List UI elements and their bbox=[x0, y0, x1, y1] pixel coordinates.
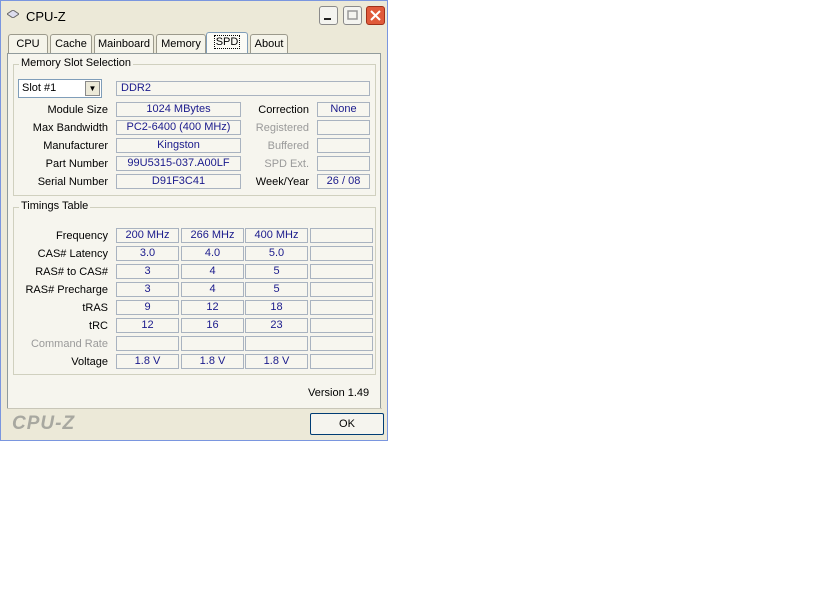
cpu-z-logo: CPU-Z bbox=[12, 413, 76, 434]
timing-cell: 266 MHz bbox=[181, 228, 244, 243]
buffered-label: Buffered bbox=[267, 140, 309, 152]
cpu-z-diamond-icon bbox=[7, 10, 19, 18]
title-bar[interactable]: CPU-Z bbox=[1, 1, 387, 31]
correction-label: Correction bbox=[258, 104, 309, 116]
timing-cell: 200 MHz bbox=[116, 228, 179, 243]
timing-row-label: tRC bbox=[89, 320, 108, 332]
timing-cell: 16 bbox=[181, 318, 244, 333]
timing-cell: 5.0 bbox=[245, 246, 308, 261]
timing-cell bbox=[310, 318, 373, 333]
timing-cell: 4 bbox=[181, 264, 244, 279]
week-year-value: 26 / 08 bbox=[317, 174, 370, 189]
slot-selected-value: Slot #1 bbox=[22, 82, 57, 94]
timing-cell bbox=[116, 336, 179, 351]
part-number-value: 99U5315-037.A00LF bbox=[116, 156, 241, 171]
timing-cell: 1.8 V bbox=[181, 354, 244, 369]
timing-cell: 400 MHz bbox=[245, 228, 308, 243]
dropdown-arrow-icon[interactable]: ▼ bbox=[85, 81, 100, 96]
timing-cell bbox=[310, 300, 373, 315]
timing-cell: 1.8 V bbox=[245, 354, 308, 369]
timing-row-label: tRAS bbox=[82, 302, 108, 314]
max-bandwidth-value: PC2-6400 (400 MHz) bbox=[116, 120, 241, 135]
serial-number-value: D91F3C41 bbox=[116, 174, 241, 189]
manufacturer-value: Kingston bbox=[116, 138, 241, 153]
tab-cache[interactable]: Cache bbox=[50, 34, 92, 53]
window-title: CPU-Z bbox=[26, 9, 66, 24]
timing-row-label: RAS# to CAS# bbox=[35, 266, 108, 278]
timing-cell bbox=[181, 336, 244, 351]
module-size-value: 1024 MBytes bbox=[116, 102, 241, 117]
timing-cell: 3 bbox=[116, 282, 179, 297]
week-year-label: Week/Year bbox=[255, 176, 309, 188]
footer-separator bbox=[7, 408, 382, 409]
tab-memory[interactable]: Memory bbox=[156, 34, 206, 53]
registered-label: Registered bbox=[255, 122, 309, 134]
version-label: Version 1.49 bbox=[308, 387, 370, 399]
correction-value: None bbox=[317, 102, 370, 117]
timing-row-label: RAS# Precharge bbox=[25, 284, 108, 296]
spd-panel: Memory Slot Selection Slot #1 ▼ DDR2 Mod… bbox=[7, 53, 381, 409]
serial-number-label: Serial Number bbox=[37, 176, 108, 188]
max-bandwidth-label: Max Bandwidth bbox=[32, 122, 108, 134]
timing-cell: 12 bbox=[116, 318, 179, 333]
timing-row-label: Voltage bbox=[71, 356, 108, 368]
memory-type-field: DDR2 bbox=[116, 81, 370, 96]
close-icon bbox=[370, 10, 381, 21]
timing-row-label: Command Rate bbox=[30, 338, 108, 350]
timings-table-legend: Timings Table bbox=[19, 200, 91, 212]
cpu-z-window: CPU-Z CPU Cache Mainboard Memory SPD Abo… bbox=[0, 0, 388, 441]
module-size-label: Module Size bbox=[47, 104, 108, 116]
timing-cell: 3 bbox=[116, 264, 179, 279]
timing-cell: 23 bbox=[245, 318, 308, 333]
timing-cell: 3.0 bbox=[116, 246, 179, 261]
memory-slot-group: Memory Slot Selection Slot #1 ▼ DDR2 Mod… bbox=[13, 57, 376, 196]
timing-cell bbox=[310, 354, 373, 369]
spd-ext-label: SPD Ext. bbox=[264, 158, 309, 170]
close-button[interactable] bbox=[366, 6, 385, 25]
timing-cell: 1.8 V bbox=[116, 354, 179, 369]
maximize-icon bbox=[347, 10, 358, 20]
tab-spd[interactable]: SPD bbox=[206, 32, 248, 54]
timings-table-group: Timings Table Frequency 200 MHz 266 MHz 400… bbox=[13, 200, 376, 375]
timing-cell bbox=[310, 336, 373, 351]
minimize-icon bbox=[324, 18, 331, 20]
timing-cell: 4.0 bbox=[181, 246, 244, 261]
timing-cell: 9 bbox=[116, 300, 179, 315]
timing-cell: 12 bbox=[181, 300, 244, 315]
timing-cell: 5 bbox=[245, 282, 308, 297]
timing-cell: 18 bbox=[245, 300, 308, 315]
ok-button[interactable]: OK bbox=[310, 413, 384, 435]
minimize-button[interactable] bbox=[319, 6, 338, 25]
timing-cell: 5 bbox=[245, 264, 308, 279]
timing-row-label: CAS# Latency bbox=[37, 248, 108, 260]
timing-row-label: Frequency bbox=[56, 230, 108, 242]
buffered-value bbox=[317, 138, 370, 153]
memory-slot-legend: Memory Slot Selection bbox=[19, 57, 134, 69]
timing-cell bbox=[310, 228, 373, 243]
registered-value bbox=[317, 120, 370, 135]
manufacturer-label: Manufacturer bbox=[43, 140, 108, 152]
spd-ext-value bbox=[317, 156, 370, 171]
part-number-label: Part Number bbox=[45, 158, 108, 170]
slot-select[interactable]: Slot #1 ▼ bbox=[18, 79, 102, 98]
timing-cell bbox=[310, 264, 373, 279]
tab-cpu[interactable]: CPU bbox=[8, 34, 48, 53]
timing-cell bbox=[310, 246, 373, 261]
tab-about[interactable]: About bbox=[250, 34, 288, 53]
timing-cell bbox=[245, 336, 308, 351]
timing-cell: 4 bbox=[181, 282, 244, 297]
maximize-button[interactable] bbox=[343, 6, 362, 25]
tab-mainboard[interactable]: Mainboard bbox=[94, 34, 154, 53]
timing-cell bbox=[310, 282, 373, 297]
